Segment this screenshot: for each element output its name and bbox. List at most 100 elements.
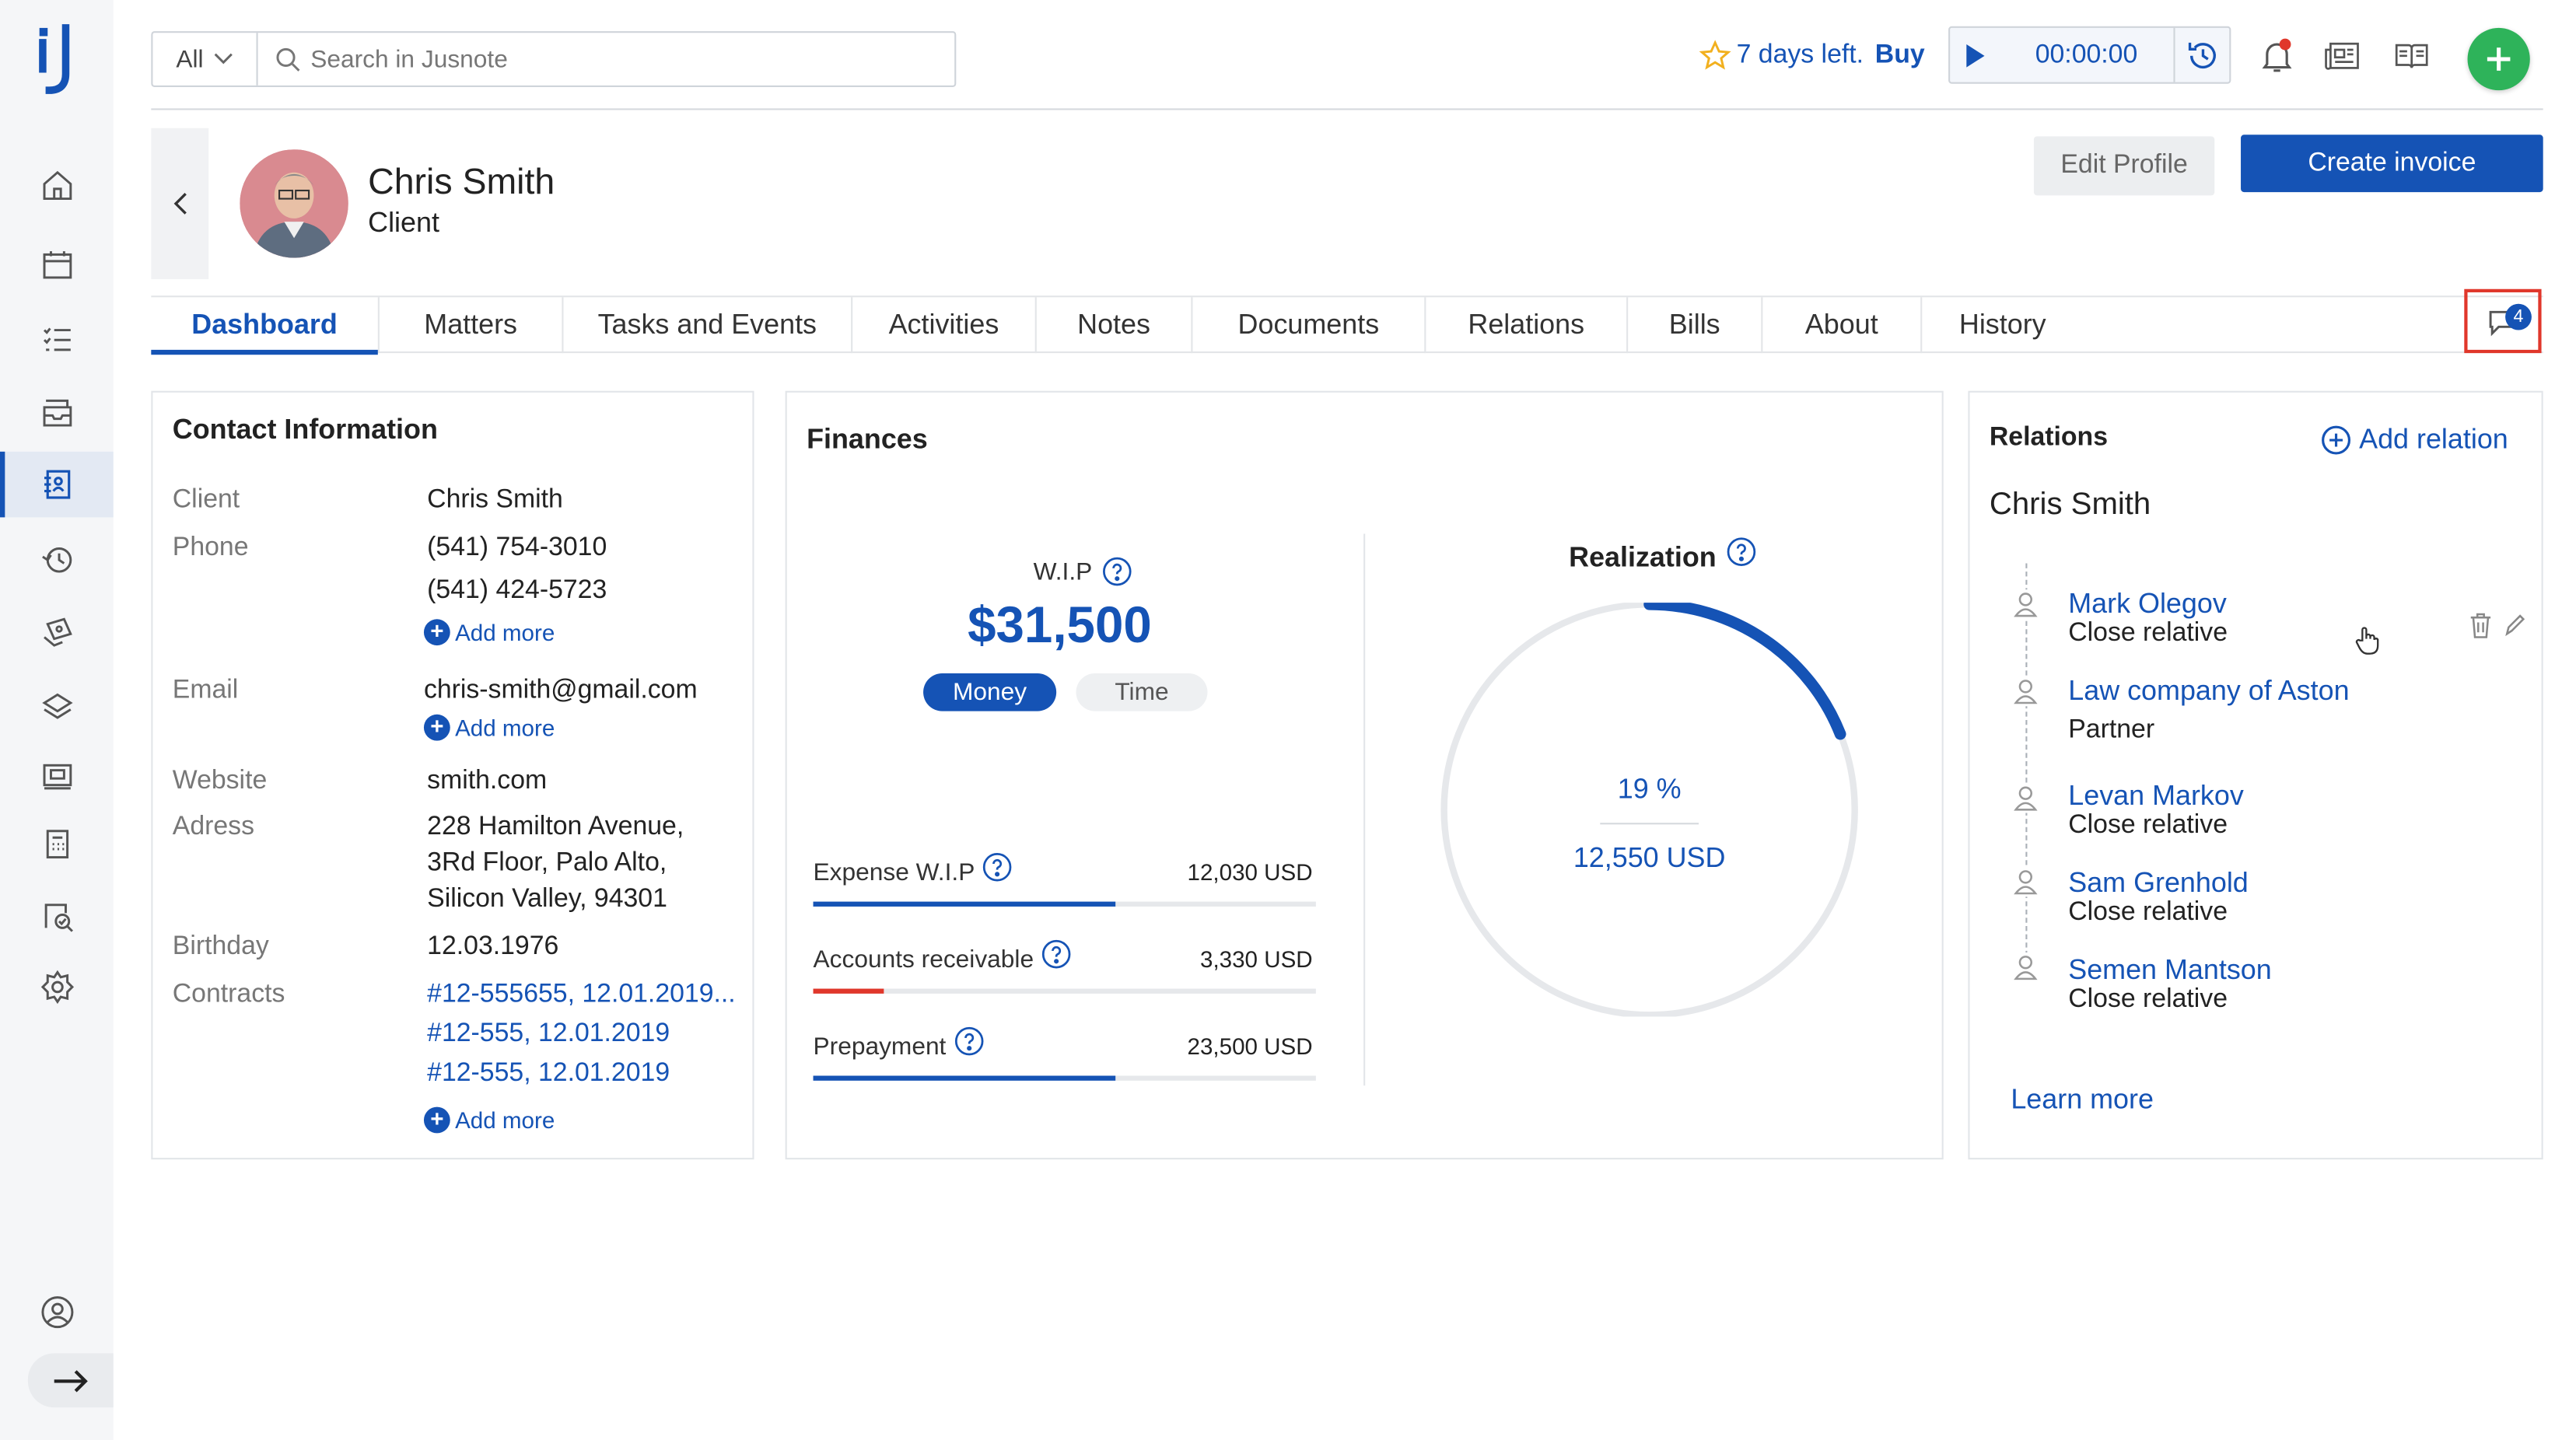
learn-more-link[interactable]: Learn more bbox=[2011, 1084, 2154, 1117]
buy-link[interactable]: Buy bbox=[1875, 41, 1925, 71]
sidebar-expand-button[interactable] bbox=[27, 1353, 114, 1408]
add-phone-button[interactable]: + Add more bbox=[423, 618, 555, 646]
realization-gauge bbox=[1440, 603, 1858, 1017]
contract-link-1[interactable]: #12-555655, 12.01.2019... bbox=[427, 980, 735, 1010]
toggle-money[interactable]: Money bbox=[923, 673, 1057, 711]
prepayment-text: Prepayment bbox=[813, 1033, 947, 1061]
plus-circle-icon: + bbox=[423, 714, 450, 741]
add-contract-button[interactable]: + Add more bbox=[423, 1106, 555, 1134]
relation-name-5[interactable]: Semen Mantson bbox=[2068, 954, 2271, 987]
quick-add-button[interactable] bbox=[2467, 27, 2530, 91]
bank-icon bbox=[41, 693, 72, 719]
contracts-label: Contracts bbox=[172, 980, 285, 1008]
search-input[interactable] bbox=[310, 45, 935, 73]
nav-calendar[interactable] bbox=[0, 232, 114, 297]
tab-relations[interactable]: Relations bbox=[1426, 297, 1629, 354]
address-line-1: 228 Hamilton Avenue, bbox=[427, 813, 684, 841]
news-button[interactable] bbox=[2323, 36, 2363, 75]
back-button[interactable] bbox=[151, 128, 209, 280]
relation-name-4[interactable]: Sam Grenhold bbox=[2068, 867, 2249, 900]
help-icon[interactable] bbox=[1102, 557, 1132, 586]
relation-person-icon bbox=[2011, 867, 2041, 897]
relation-person-icon bbox=[2011, 783, 2041, 813]
book-icon bbox=[2395, 44, 2428, 68]
nav-account[interactable] bbox=[0, 1279, 114, 1344]
tab-activities[interactable]: Activities bbox=[852, 297, 1037, 354]
help-icon[interactable] bbox=[983, 851, 1013, 881]
contract-link-2[interactable]: #12-555, 12.01.2019 bbox=[427, 1020, 670, 1050]
nav-settings[interactable] bbox=[0, 954, 114, 1019]
notifications-button[interactable] bbox=[2257, 36, 2297, 75]
client-role: Client bbox=[368, 207, 439, 239]
add-relation-button[interactable]: Add relation bbox=[2322, 424, 2508, 456]
expense-wip-bar bbox=[813, 901, 1316, 907]
tab-tasks-and-events[interactable]: Tasks and Events bbox=[563, 297, 853, 354]
tab-notes[interactable]: Notes bbox=[1037, 297, 1193, 354]
accounts-receivable-bar-fill bbox=[813, 988, 884, 994]
home-icon bbox=[42, 170, 72, 201]
prepayment-bar bbox=[813, 1075, 1316, 1081]
knowledge-base-button[interactable] bbox=[2392, 36, 2431, 75]
relation-type-1: Close relative bbox=[2068, 619, 2228, 648]
tab-about[interactable]: About bbox=[1762, 297, 1923, 354]
tab-matters[interactable]: Matters bbox=[380, 297, 564, 354]
help-icon[interactable] bbox=[1042, 938, 1072, 968]
address-line-3: Silicon Valley, 94301 bbox=[427, 885, 667, 914]
nav-payments[interactable] bbox=[0, 599, 114, 665]
nav-inbox[interactable] bbox=[0, 379, 114, 445]
relation-name-2[interactable]: Law company of Aston bbox=[2068, 675, 2349, 708]
add-email-button[interactable]: + Add more bbox=[423, 714, 555, 741]
help-icon[interactable] bbox=[1726, 537, 1755, 567]
tab-documents[interactable]: Documents bbox=[1192, 297, 1426, 354]
relation-type-2: Partner bbox=[2068, 715, 2155, 744]
jusnote-logo[interactable] bbox=[36, 23, 79, 96]
nav-billing[interactable] bbox=[0, 743, 114, 808]
nav-tasks[interactable] bbox=[0, 307, 114, 372]
header-divider bbox=[151, 108, 2543, 110]
website-value[interactable]: smith.com bbox=[427, 767, 547, 796]
nav-calculator[interactable] bbox=[0, 811, 114, 876]
timer-history-button[interactable] bbox=[2173, 27, 2229, 82]
newspaper-icon bbox=[2325, 42, 2359, 70]
nav-reports[interactable] bbox=[0, 883, 114, 949]
nav-home[interactable] bbox=[0, 152, 114, 218]
search-scope-select[interactable]: All bbox=[152, 33, 258, 86]
user-circle-icon bbox=[40, 1296, 73, 1329]
address-line-2: 3Rd Floor, Palo Alto, bbox=[427, 849, 667, 877]
expense-wip-bar-fill bbox=[813, 901, 1115, 907]
email-value[interactable]: chris-smith@gmail.com bbox=[424, 676, 698, 706]
create-invoice-button[interactable]: Create invoice bbox=[2241, 135, 2543, 193]
tab-dashboard[interactable]: Dashboard bbox=[151, 297, 380, 355]
gauge-progress-arc bbox=[1643, 603, 1846, 740]
relation-type-5: Close relative bbox=[2068, 985, 2228, 1014]
nav-contacts[interactable] bbox=[0, 451, 114, 518]
plus-circle-icon: + bbox=[423, 618, 450, 646]
tab-history[interactable]: History bbox=[1922, 297, 2083, 353]
realization-title-text: Realization bbox=[1569, 542, 1717, 574]
relation-type-3: Close relative bbox=[2068, 811, 2228, 840]
contract-link-3[interactable]: #12-555, 12.01.2019 bbox=[427, 1059, 670, 1089]
nav-history[interactable] bbox=[0, 527, 114, 592]
search-icon bbox=[276, 47, 300, 72]
birthday-label: Birthday bbox=[172, 932, 269, 961]
relation-name-3[interactable]: Levan Markov bbox=[2068, 780, 2244, 813]
relation-name-1[interactable]: Mark Olegov bbox=[2068, 588, 2227, 620]
edit-profile-button[interactable]: Edit Profile bbox=[2033, 136, 2215, 196]
nav-bank[interactable] bbox=[0, 673, 114, 739]
email-label: Email bbox=[172, 676, 239, 705]
pencil-icon[interactable] bbox=[2504, 614, 2525, 638]
help-icon[interactable] bbox=[954, 1026, 984, 1055]
trash-icon[interactable] bbox=[2469, 613, 2493, 639]
comments-count-badge: 4 bbox=[2505, 303, 2532, 330]
phone-value-2[interactable]: (541) 424-5723 bbox=[427, 576, 607, 606]
realization-title: Realization bbox=[1569, 537, 1755, 575]
toggle-time[interactable]: Time bbox=[1076, 673, 1208, 711]
settings-icon bbox=[40, 970, 73, 1005]
finances-title: Finances bbox=[807, 423, 928, 456]
tab-bills[interactable]: Bills bbox=[1628, 297, 1763, 354]
history-icon bbox=[41, 547, 72, 573]
phone-value-1[interactable]: (541) 754-3010 bbox=[427, 533, 607, 563]
timer-play-button[interactable] bbox=[1950, 28, 1999, 82]
comments-button[interactable]: 4 bbox=[2464, 288, 2542, 354]
contact-info-card: Contact Information Client Chris Smith P… bbox=[151, 390, 754, 1160]
